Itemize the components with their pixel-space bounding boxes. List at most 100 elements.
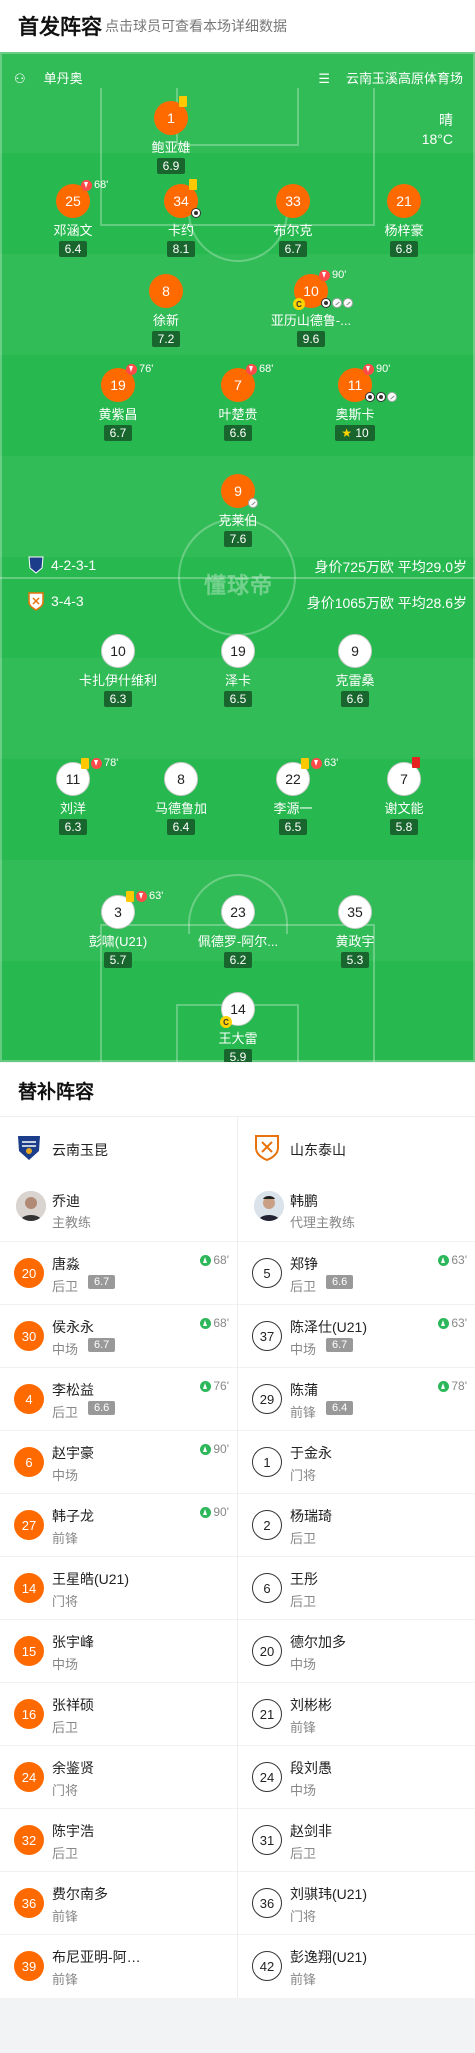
away-player[interactable]: 8 马德鲁加 6.4 bbox=[129, 762, 233, 836]
away-coach[interactable]: 韩鹏 代理主教练 bbox=[238, 1179, 475, 1241]
sub-player-row[interactable]: 21 刘彬彬 前锋 bbox=[238, 1682, 475, 1745]
jersey-number: 5 bbox=[252, 1258, 282, 1288]
player-rating: 6.7 bbox=[278, 241, 308, 257]
home-player[interactable]: 34 卡约 8.1 bbox=[129, 179, 233, 258]
jersey-number: 16 bbox=[14, 1699, 44, 1729]
player-position: 门将 bbox=[52, 1783, 79, 1798]
rating-value: 6.7 bbox=[109, 426, 127, 440]
player-position: 门将 bbox=[290, 1909, 317, 1924]
away-player[interactable]: 23 佩德罗-阿尔... 6.2 bbox=[186, 895, 290, 969]
sub-player-row[interactable]: 5 郑铮 后卫 6.6 63' bbox=[238, 1241, 475, 1304]
sub-in-icon bbox=[438, 1254, 450, 1266]
sub-out-minute: 90' bbox=[376, 363, 391, 375]
player-rating: 6.3 bbox=[58, 819, 88, 835]
player-name: 叶楚贵 bbox=[218, 407, 258, 422]
away-player[interactable]: 14 C 王大雷 5.9 bbox=[186, 992, 290, 1062]
away-player[interactable]: 7 谢文能 5.8 bbox=[352, 757, 456, 836]
sub-in-minute: 68' bbox=[213, 1253, 229, 1267]
player-events: 78' bbox=[81, 757, 118, 769]
home-player[interactable]: 10 C 90' 亚历山德鲁-... 9.6 bbox=[259, 269, 363, 348]
sub-player-row[interactable]: 6 王彤 后卫 bbox=[238, 1556, 475, 1619]
player-name: 卡扎伊什维利 bbox=[78, 673, 157, 688]
sub-in-minute: 63' bbox=[451, 1253, 467, 1267]
sub-out-minute: 90' bbox=[332, 269, 347, 281]
sub-player-row[interactable]: 2 杨瑞琦 后卫 bbox=[238, 1493, 475, 1556]
away-player[interactable]: 3 63' 彭啸(U21) 5.7 bbox=[66, 890, 170, 969]
away-team-header[interactable]: 山东泰山 bbox=[238, 1117, 475, 1179]
home-player[interactable]: 9 克莱伯 7.6 bbox=[186, 474, 290, 548]
player-events bbox=[179, 96, 187, 107]
home-player[interactable]: 7 68' 叶楚贵 6.6 bbox=[186, 363, 290, 442]
sub-player-row[interactable]: 24 段刘愚 中场 bbox=[238, 1745, 475, 1808]
sub-player-row[interactable]: 15 张宇峰 中场 bbox=[0, 1619, 237, 1682]
page-title: 首发阵容 bbox=[18, 16, 102, 39]
player-name: 杨瑞琦 bbox=[290, 1508, 332, 1524]
sub-player-row[interactable]: 37 陈泽仕(U21) 中场 6.7 63' bbox=[238, 1304, 475, 1367]
home-player[interactable]: 8 徐新 7.2 bbox=[114, 274, 218, 348]
player-name: 刘洋 bbox=[59, 801, 86, 816]
sub-player-row[interactable]: 29 陈蒲 前锋 6.4 78' bbox=[238, 1367, 475, 1430]
sub-player-row[interactable]: 20 德尔加多 中场 bbox=[238, 1619, 475, 1682]
sub-player-row[interactable]: 36 刘骐玮(U21) 门将 bbox=[238, 1871, 475, 1934]
sub-in-minute: 78' bbox=[451, 1379, 467, 1393]
rating-value: 10 bbox=[355, 426, 369, 440]
jersey-number: 24 bbox=[14, 1762, 44, 1792]
away-player[interactable]: 35 黄政宇 5.3 bbox=[303, 895, 407, 969]
away-player[interactable]: 19 泽卡 6.5 bbox=[186, 634, 290, 708]
sub-player-row[interactable]: 42 彭逸翔(U21) 前锋 bbox=[238, 1934, 475, 1997]
home-player[interactable]: 11 90' 奥斯卡 ★ 10 bbox=[303, 363, 407, 442]
player-position: 中场 bbox=[290, 1342, 317, 1357]
jersey-number: 20 bbox=[252, 1636, 282, 1666]
away-player[interactable]: 10 卡扎伊什维利 6.3 bbox=[66, 634, 170, 708]
player-rating: 6.3 bbox=[103, 691, 133, 707]
sub-player-row[interactable]: 39 布尼亚明-阿… 前锋 bbox=[0, 1934, 237, 1997]
player-rating: 6.7 bbox=[326, 1338, 354, 1352]
rating-value: 6.4 bbox=[64, 242, 82, 256]
home-coach[interactable]: 乔迪 主教练 bbox=[0, 1179, 237, 1241]
sub-in-indicator: 63' bbox=[438, 1316, 467, 1330]
sub-player-row[interactable]: 27 韩子龙 前锋 90' bbox=[0, 1493, 237, 1556]
jersey-number: 19 bbox=[221, 634, 255, 668]
home-player[interactable]: 19 76' 黄紫昌 6.7 bbox=[66, 363, 170, 442]
player-rating: 6.7 bbox=[88, 1275, 116, 1289]
sub-player-row[interactable]: 4 李松益 后卫 6.6 76' bbox=[0, 1367, 237, 1430]
player-name: 杨梓豪 bbox=[384, 223, 424, 238]
home-player[interactable]: 1 鲍亚雄 6.9 bbox=[119, 96, 223, 175]
jersey-number: 36 bbox=[252, 1888, 282, 1918]
player-name: 赵剑非 bbox=[290, 1823, 332, 1839]
home-player[interactable]: 21 杨梓豪 6.8 bbox=[352, 184, 456, 258]
sub-player-row[interactable]: 30 侯永永 中场 6.7 68' bbox=[0, 1304, 237, 1367]
rating-value: 6.3 bbox=[109, 692, 127, 706]
player-name: 黄紫昌 bbox=[98, 407, 138, 422]
sub-player-row[interactable]: 24 余鉴贤 门将 bbox=[0, 1745, 237, 1808]
away-player[interactable]: 9 克雷桑 6.6 bbox=[303, 634, 407, 708]
sub-player-row[interactable]: 20 唐淼 后卫 6.7 68' bbox=[0, 1241, 237, 1304]
sub-player-row[interactable]: 31 赵剑非 后卫 bbox=[238, 1808, 475, 1871]
sub-player-row[interactable]: 1 于金永 门将 bbox=[238, 1430, 475, 1493]
sub-player-row[interactable]: 6 赵宇豪 中场 90' bbox=[0, 1430, 237, 1493]
rating-value: 6.8 bbox=[395, 242, 413, 256]
away-value: 身价1065万欧 bbox=[306, 595, 394, 611]
yellow-card-icon bbox=[179, 96, 187, 107]
sub-player-row[interactable]: 36 费尔南多 前锋 bbox=[0, 1871, 237, 1934]
coach-role: 代理主教练 bbox=[290, 1215, 356, 1230]
player-rating: 6.2 bbox=[223, 952, 253, 968]
sub-out-icon bbox=[246, 363, 257, 375]
player-name: 黄政宇 bbox=[335, 934, 375, 949]
stadium-icon: ☰ bbox=[318, 71, 331, 86]
player-name: 彭啸(U21) bbox=[88, 934, 148, 949]
home-player[interactable]: 33 布尔克 6.7 bbox=[241, 184, 345, 258]
away-player[interactable]: 22 63' 李源一 6.5 bbox=[241, 757, 345, 836]
player-rating: 6.6 bbox=[223, 425, 253, 441]
sub-player-row[interactable]: 16 张祥硕 后卫 bbox=[0, 1682, 237, 1745]
home-player[interactable]: 25 68' 邓涵文 6.4 bbox=[21, 179, 125, 258]
sub-player-row[interactable]: 14 王星皓(U21) 门将 bbox=[0, 1556, 237, 1619]
jersey-number: 15 bbox=[14, 1636, 44, 1666]
away-player[interactable]: 11 78' 刘洋 6.3 bbox=[21, 757, 125, 836]
home-team-header[interactable]: 云南玉昆 bbox=[0, 1117, 237, 1179]
home-value-age: 身价725万欧 平均29.0岁 bbox=[315, 557, 468, 577]
player-name: 于金永 bbox=[290, 1445, 332, 1461]
sub-player-row[interactable]: 32 陈宇浩 后卫 bbox=[0, 1808, 237, 1871]
player-events: 76' bbox=[126, 363, 153, 375]
yellow-card-icon bbox=[189, 179, 197, 190]
